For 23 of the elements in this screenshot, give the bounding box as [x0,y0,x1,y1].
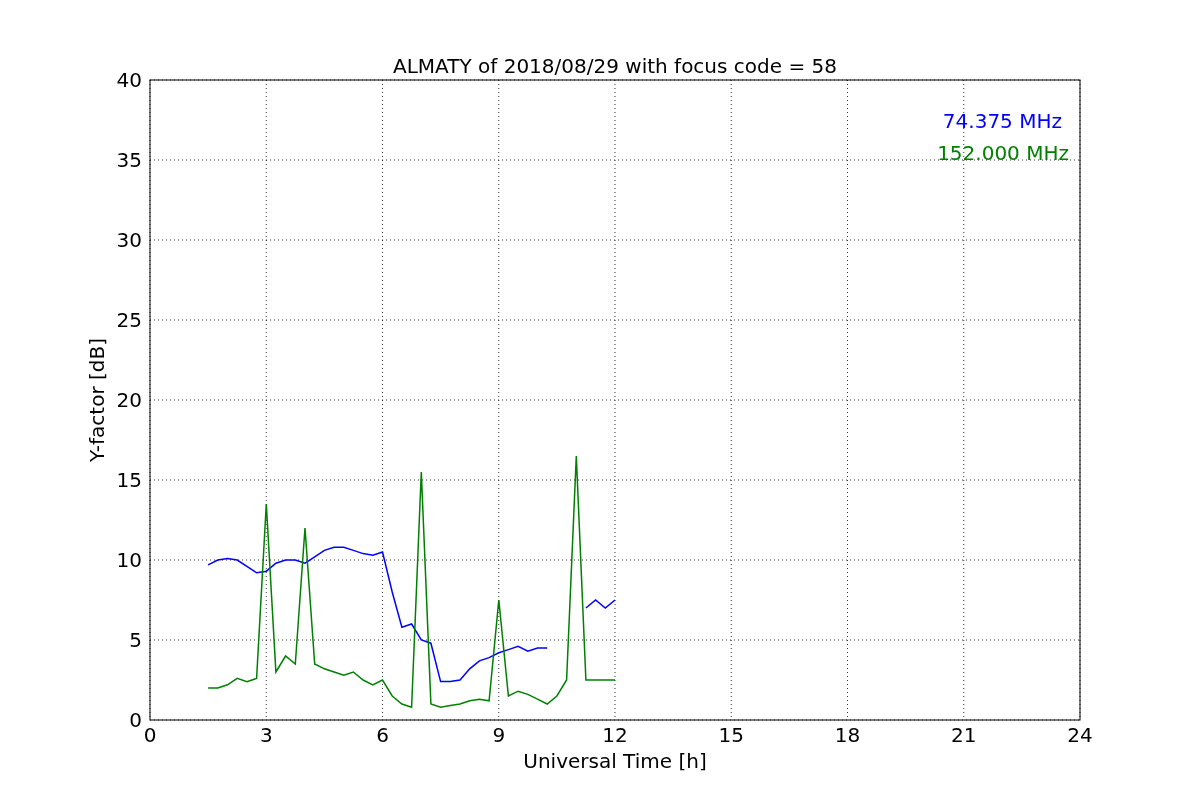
x-tick-label: 9 [492,723,506,747]
y-tick-label: 5 [129,628,142,652]
x-tick-label: 12 [602,723,628,747]
y-tick-label: 35 [116,148,142,172]
y-axis-title: Y-factor [dB] [85,338,109,462]
y-tick-label: 10 [116,548,142,572]
y-tick-label: 20 [116,388,142,412]
x-axis-title: Universal Time [h] [523,749,707,773]
chart-title: ALMATY of 2018/08/29 with focus code = 58 [393,54,837,78]
legend-label: 74.375 MHz [942,109,1062,133]
x-tick-label: 6 [376,723,389,747]
x-tick-label: 21 [951,723,977,747]
y-tick-label: 15 [116,468,142,492]
y-tick-label: 25 [116,308,142,332]
x-tick-label: 15 [718,723,744,747]
x-tick-label: 24 [1067,723,1093,747]
x-tick-label: 3 [259,723,273,747]
legend-label: 152.000 MHz [937,141,1069,165]
y-tick-label: 0 [129,708,142,732]
y-tick-label: 30 [116,228,142,252]
x-tick-label: 0 [143,723,157,747]
y-tick-label: 40 [116,68,142,92]
x-tick-label: 18 [834,723,861,747]
